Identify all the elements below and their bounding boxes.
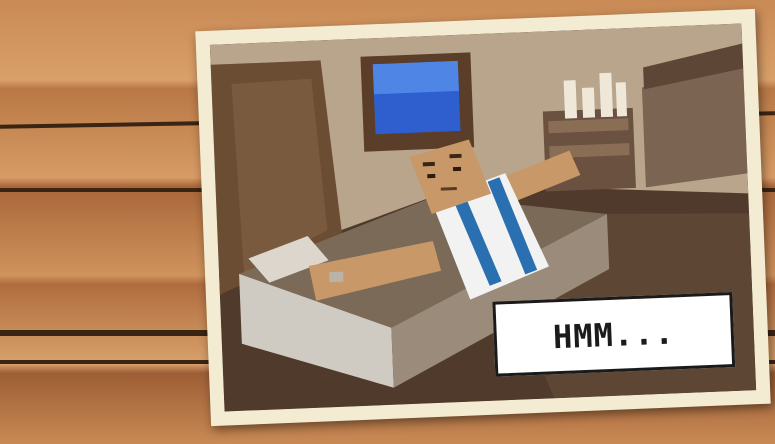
candle bbox=[563, 80, 578, 119]
caption-text: HMM... bbox=[552, 312, 676, 356]
game-scene: HMM... bbox=[209, 23, 757, 412]
caption-bubble: HMM... bbox=[492, 292, 736, 377]
photo-frame: HMM... bbox=[195, 8, 771, 427]
